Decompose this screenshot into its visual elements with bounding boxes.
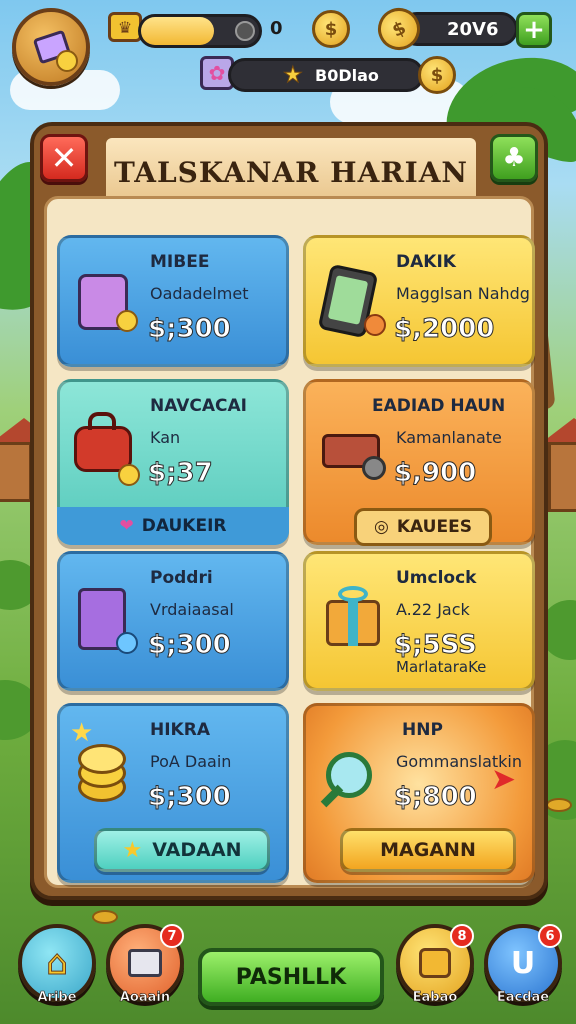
level-progress-fill — [141, 17, 215, 45]
close-button[interactable]: ✕ — [40, 134, 88, 182]
panel-title: TALSKANAR HARIAN — [113, 155, 469, 189]
gift-box-icon — [318, 580, 384, 650]
nav-settings-label: Eacdae — [496, 990, 550, 1006]
bottom-nav: ⌂ Aribe 7 Aoaain PASHLLK 8 Eabao U 6 Eac… — [0, 912, 576, 1024]
task-description: Kamanlanate — [396, 428, 502, 447]
home-icon: ⌂ — [46, 943, 69, 984]
task-note: MarlataraKe — [396, 658, 487, 676]
task-name: Poddri — [150, 568, 213, 588]
star-icon: ★ — [283, 63, 304, 89]
task-tag[interactable]: ◎ KAUEES — [354, 508, 492, 546]
task-name: HNP — [402, 720, 443, 740]
coin-icon: $ — [312, 10, 350, 48]
task-reward: $;37 — [148, 458, 214, 489]
task-card[interactable]: MIBEE Oadadelmet $;300 — [57, 235, 289, 367]
nav-shop-label: Aoaain — [119, 990, 171, 1006]
toolbox-icon — [318, 408, 386, 480]
task-description: PoA Daain — [150, 752, 232, 771]
coins-value: 20V6 — [447, 19, 499, 40]
clover-button[interactable]: ♣ — [490, 134, 538, 182]
task-name: HIKRA — [150, 720, 210, 740]
level-progress-bar — [138, 14, 262, 48]
heart-icon: ❤ — [119, 516, 134, 536]
task-card[interactable]: ★ HIKRA PoA Daain $;300 ★ VADAAN — [57, 703, 289, 883]
task-name: NAVCACAI — [150, 396, 247, 416]
hut — [548, 442, 576, 512]
profile-avatar[interactable] — [12, 8, 90, 86]
task-card[interactable]: HNP Gommanslatkin $;800 ➤ MAGANN — [303, 703, 535, 883]
tablet-icon — [317, 263, 386, 339]
task-tag-label: KAUEES — [396, 517, 472, 537]
panel-content: MIBEE Oadadelmet $;300 DAKIK Magglsan Na… — [44, 196, 535, 888]
task-description: Kan — [150, 428, 181, 447]
backpack-icon — [72, 264, 138, 334]
task-description: Oadadelmet — [150, 284, 249, 303]
task-card[interactable]: EADIAD HAUN Kamanlanate $,900 ◎ KAUEES — [303, 379, 535, 546]
magnifier-icon — [318, 732, 384, 808]
task-description: Magglsan Nahdg — [396, 284, 530, 303]
coin-icon: ◎ — [374, 517, 389, 537]
lock-box-icon — [419, 948, 451, 978]
coin-icon: $ — [418, 56, 456, 94]
task-card[interactable]: DAKIK Magglsan Nahdg $,2000 — [303, 235, 535, 367]
claim-button-label: MAGANN — [380, 839, 476, 861]
notification-badge: 6 — [538, 924, 562, 948]
task-reward: $,900 — [393, 458, 477, 489]
task-card[interactable]: Umclock A.22 Jack $;5SS MarlataraKe — [303, 551, 535, 691]
task-card[interactable]: NAVCACAI Kan $;37 ❤ DAUKEIR — [57, 379, 289, 545]
notification-badge: 8 — [450, 924, 474, 948]
nav-home-label: Aribe — [37, 990, 77, 1006]
nav-inventory-label: Eabao — [412, 990, 458, 1006]
stars-value: B0Dlao — [315, 66, 379, 85]
task-reward: $;5SS — [394, 630, 478, 661]
task-reward: $;300 — [148, 782, 232, 813]
task-description: A.22 Jack — [396, 600, 470, 619]
notification-badge: 7 — [160, 924, 184, 948]
hut — [0, 442, 32, 502]
bag-icon — [72, 408, 140, 486]
arrow-icon: ➤ — [490, 762, 516, 797]
magnet-icon: U — [510, 945, 536, 981]
main-action-button[interactable]: PASHLLK — [198, 948, 384, 1006]
claim-button[interactable]: ★ VADAAN — [94, 828, 270, 872]
coin-stack-icon: ★ — [70, 718, 138, 802]
task-tag-label: DAUKEIR — [141, 516, 227, 536]
task-reward: $;300 — [148, 314, 232, 345]
task-card[interactable]: Poddri Vrdaiaasal $;300 — [57, 551, 289, 691]
task-reward: $,2000 — [393, 314, 495, 345]
coin-stack-icon: $ — [371, 1, 427, 57]
daily-tasks-panel: ✕ TALSKANAR HARIAN ♣ MIBEE Oadadelmet $;… — [30, 122, 548, 900]
claim-button-label: VADAAN — [152, 839, 242, 861]
add-coins-button[interactable]: + — [516, 12, 552, 48]
task-name: Umclock — [396, 568, 477, 588]
coin-icon — [56, 50, 78, 72]
crown-icon: ♛ — [108, 12, 142, 42]
task-name: MIBEE — [150, 252, 210, 272]
task-tag: ❤ DAUKEIR — [57, 507, 289, 545]
spellbook-icon — [72, 580, 138, 654]
bar-knob-icon — [235, 21, 255, 41]
shop-box-icon — [128, 949, 162, 977]
top-hud: ♛ 0 $ 20V6 $ + ✿ ★ B0Dlao $ — [0, 0, 576, 110]
stars-bar: ★ B0Dlao — [228, 58, 424, 92]
task-reward: $;800 — [394, 782, 478, 813]
task-reward: $;300 — [148, 630, 232, 661]
ground-coin — [546, 798, 572, 812]
claim-button[interactable]: MAGANN — [340, 828, 516, 872]
task-name: DAKIK — [396, 252, 456, 272]
task-description: Vrdaiaasal — [150, 600, 234, 619]
task-name: EADIAD HAUN — [372, 396, 506, 416]
star-icon: ★ — [122, 837, 143, 863]
level-value: 0 — [270, 18, 283, 39]
